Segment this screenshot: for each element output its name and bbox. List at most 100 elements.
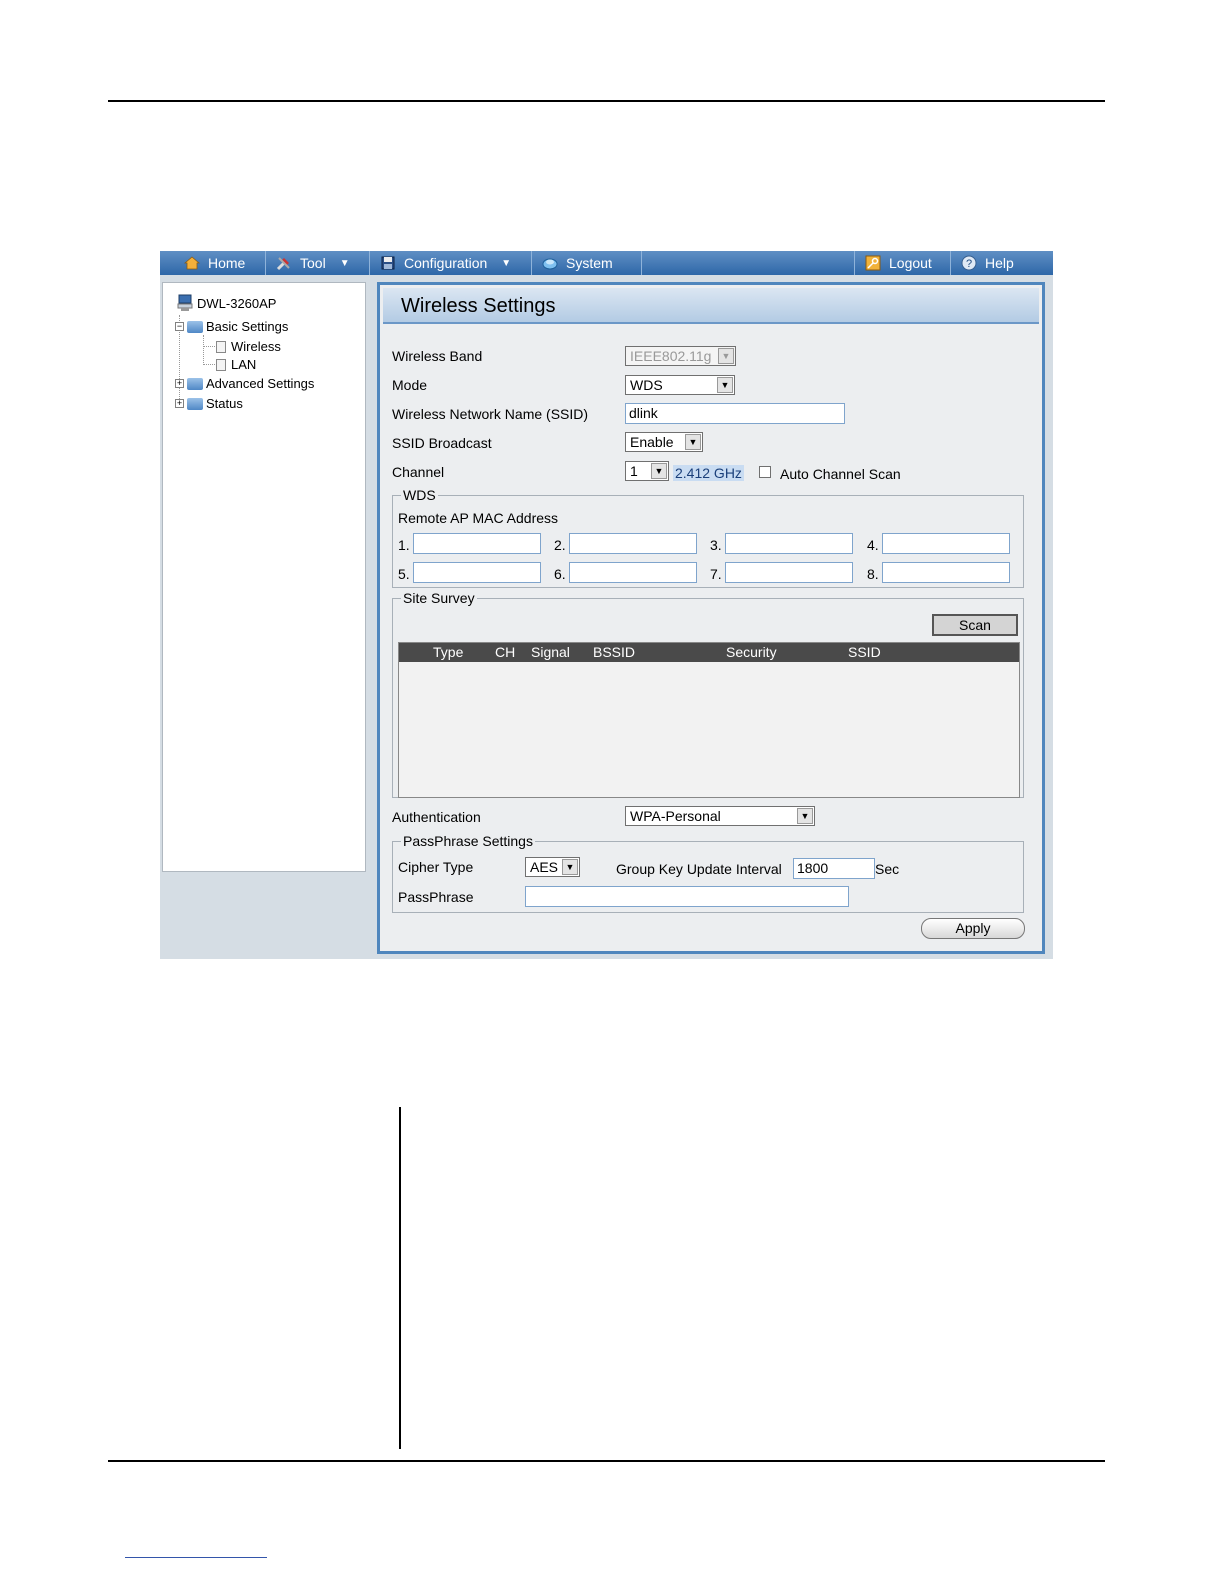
ssid-broadcast-select[interactable]: Enable ▼ (625, 432, 703, 452)
folder-icon (187, 377, 203, 390)
app-window: Home Tool ▼ Configuration ▼ System Logou… (160, 251, 1053, 959)
tree-basic-settings-label: Basic Settings (206, 319, 289, 334)
mac-slot-label: 7. (710, 566, 722, 582)
mode-label: Mode (392, 377, 428, 393)
top-rule (108, 100, 1105, 102)
group-key-interval-input[interactable]: 1800 (793, 858, 875, 879)
apply-button[interactable]: Apply (921, 918, 1025, 939)
expand-icon[interactable]: + (175, 399, 184, 408)
column-divider (399, 1107, 401, 1449)
group-key-interval-unit: Sec (875, 861, 900, 877)
mac-slot-label: 5. (398, 566, 410, 582)
page-title: Wireless Settings (383, 288, 1039, 324)
menu-help[interactable]: ? Help (951, 251, 1053, 275)
folder-open-icon (187, 320, 203, 333)
menu-bar: Home Tool ▼ Configuration ▼ System Logou… (160, 251, 1053, 275)
channel-value: 1 (630, 463, 638, 479)
menu-system[interactable]: System (532, 251, 642, 275)
mode-select[interactable]: WDS ▼ (625, 375, 735, 395)
dropdown-arrow-icon: ▼ (797, 808, 813, 824)
chevron-down-icon: ▼ (339, 257, 350, 269)
floppy-disk-icon (381, 256, 395, 270)
cipher-type-select[interactable]: AES ▼ (525, 857, 580, 877)
site-survey-table-header: Type CH Signal BSSID Security SSID (399, 643, 1019, 662)
mac-address-input-8[interactable] (882, 562, 1010, 583)
collapse-icon[interactable]: − (175, 322, 184, 331)
ssid-input[interactable]: dlink (625, 403, 845, 424)
mac-address-input-3[interactable] (725, 533, 853, 554)
dropdown-arrow-icon: ▼ (717, 377, 733, 393)
tree-guide (203, 335, 204, 365)
bottom-rule (108, 1460, 1105, 1462)
passphrase-label: PassPhrase (398, 889, 474, 905)
mac-address-input-6[interactable] (569, 562, 697, 583)
column-header-security: Security (726, 644, 777, 660)
auto-channel-scan-checkbox[interactable] (759, 466, 771, 478)
ssid-label: Wireless Network Name (SSID) (392, 406, 589, 422)
scan-button[interactable]: Scan (932, 614, 1018, 636)
system-icon (542, 258, 558, 270)
column-header-ssid: SSID (848, 644, 881, 660)
authentication-label: Authentication (392, 809, 481, 825)
column-header-bssid: BSSID (593, 644, 636, 660)
site-survey-table: Type CH Signal BSSID Security SSID (398, 642, 1020, 798)
menu-logout[interactable]: Logout (855, 251, 951, 275)
dropdown-arrow-icon: ▼ (685, 434, 701, 450)
tree-device[interactable]: DWL-3260AP (175, 293, 276, 313)
menu-tool-label: Tool (300, 255, 326, 271)
column-header-signal: Signal (531, 644, 570, 660)
ssid-broadcast-value: Enable (630, 434, 674, 450)
footer-link-underline[interactable] (125, 1557, 267, 1558)
wireless-band-select[interactable]: IEEE802.11g ▼ (625, 346, 736, 366)
channel-select[interactable]: 1 ▼ (625, 461, 669, 481)
wds-legend: WDS (401, 487, 438, 503)
tree-wireless[interactable]: Wireless (216, 339, 281, 354)
wireless-settings-panel: Wireless Settings Wireless Band IEEE802.… (377, 282, 1045, 954)
access-point-icon (177, 294, 193, 311)
mac-address-input-5[interactable] (413, 562, 541, 583)
menu-logout-label: Logout (889, 255, 932, 271)
mac-address-input-2[interactable] (569, 533, 697, 554)
page-icon (216, 340, 226, 353)
passphrase-input[interactable] (525, 886, 849, 907)
authentication-select[interactable]: WPA-Personal ▼ (625, 806, 815, 826)
menu-tool[interactable]: Tool ▼ (266, 251, 370, 275)
tree-advanced-settings[interactable]: + Advanced Settings (175, 376, 314, 391)
mac-slot-label: 8. (867, 566, 879, 582)
menu-configuration[interactable]: Configuration ▼ (370, 251, 532, 275)
mac-slot-label: 4. (867, 537, 879, 553)
home-icon (184, 256, 200, 270)
tree-status[interactable]: + Status (175, 396, 243, 411)
tree-lan[interactable]: LAN (216, 357, 256, 372)
authentication-value: WPA-Personal (630, 808, 721, 824)
tree-basic-settings[interactable]: − Basic Settings (175, 319, 288, 334)
auto-channel-scan-label: Auto Channel Scan (780, 466, 901, 482)
mode-value: WDS (630, 377, 663, 393)
mac-address-input-7[interactable] (725, 562, 853, 583)
expand-icon[interactable]: + (175, 379, 184, 388)
remote-ap-mac-label: Remote AP MAC Address (398, 510, 559, 526)
cipher-type-label: Cipher Type (398, 859, 474, 875)
passphrase-settings-legend: PassPhrase Settings (401, 833, 535, 849)
menu-system-label: System (566, 255, 613, 271)
passphrase-settings-fieldset: PassPhrase Settings Cipher Type AES ▼ Gr… (392, 833, 1024, 913)
mac-slot-label: 3. (710, 537, 722, 553)
site-survey-legend: Site Survey (401, 590, 477, 606)
dropdown-arrow-icon: ▼ (718, 348, 734, 364)
folder-icon (187, 397, 203, 410)
channel-frequency: 2.412 GHz (673, 465, 744, 481)
navigation-tree: DWL-3260AP − Basic Settings Wireless LAN… (162, 282, 366, 872)
tree-guide (203, 346, 215, 347)
tree-lan-label: LAN (231, 357, 257, 372)
menu-configuration-label: Configuration (404, 255, 488, 271)
wireless-band-value: IEEE802.11g (630, 348, 712, 364)
mac-slot-label: 6. (554, 566, 566, 582)
channel-label: Channel (392, 464, 445, 480)
menu-home[interactable]: Home (160, 251, 266, 275)
group-key-interval-label: Group Key Update Interval (616, 861, 782, 877)
menu-home-label: Home (208, 255, 246, 271)
mac-address-input-1[interactable] (413, 533, 541, 554)
menu-spacer (642, 251, 855, 275)
mac-address-input-4[interactable] (882, 533, 1010, 554)
column-header-ch: CH (495, 644, 516, 660)
